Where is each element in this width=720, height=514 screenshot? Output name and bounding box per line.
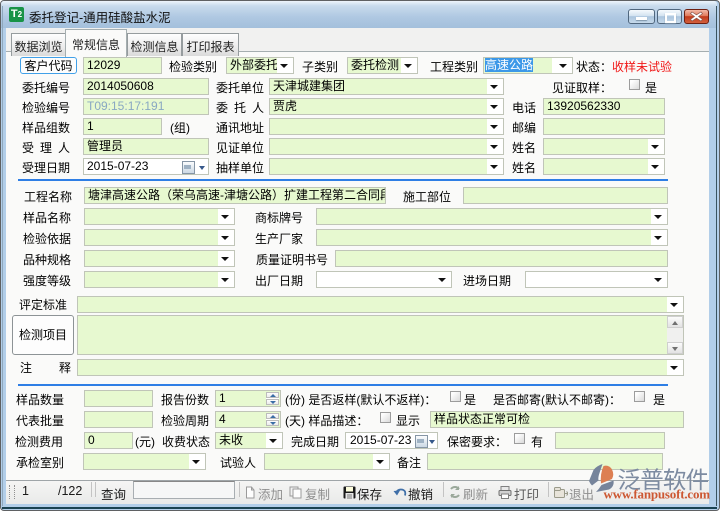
svg-text:www.fanpusoft.com: www.fanpusoft.com — [604, 487, 711, 502]
